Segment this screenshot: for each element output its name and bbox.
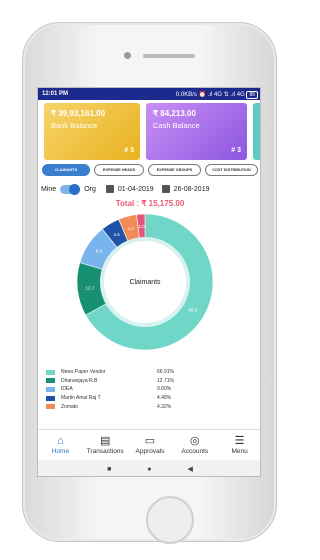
chart-legend: News Paper Vendor 66.91% Dhananjaya R.B 12.…: [46, 368, 258, 411]
legend-item: IDEA 9.60%: [46, 385, 258, 394]
recents-icon[interactable]: ■: [107, 466, 111, 473]
status-time: 12:01 PM: [42, 91, 69, 97]
nav-approvals[interactable]: ▭ Approvals: [128, 430, 173, 461]
legend-percent: 12.71%: [157, 377, 174, 384]
legend-item: Dhananjaya R.B 12.71%: [46, 377, 258, 386]
battery-icon: 86: [246, 90, 258, 99]
filter-row: Mine Org 01-04-2019 26-08-2019: [41, 183, 260, 195]
legend-percent: 9.60%: [157, 386, 172, 393]
legend-name: Martin Amul Raj T: [61, 395, 101, 402]
legend-swatch: [46, 369, 55, 375]
bank-balance-card[interactable]: ₹ 39,93,161.00 Bank Balance # 3: [44, 103, 140, 160]
front-camera: [124, 52, 131, 59]
legend-name: IDEA: [61, 386, 73, 393]
legend-item: Martin Amul Raj T 4.48%: [46, 394, 258, 403]
legend-item: News Paper Vendor 66.91%: [46, 368, 258, 377]
status-right: 0.0KB/s ⏰ .ıl 4G ⇅ .ıl 4G 86: [175, 90, 258, 99]
nav-menu[interactable]: ☰ Menu: [217, 430, 260, 461]
nav-accounts[interactable]: ◎ Accounts: [172, 430, 217, 461]
donut-slice-label: 2.0: [138, 224, 145, 229]
total-amount: Total : ₹ 15,175.00: [115, 199, 185, 208]
to-date[interactable]: 26-08-2019: [174, 186, 210, 193]
app-screen: 12:01 PM 0.0KB/s ⏰ .ıl 4G ⇅ .ıl 4G 86 ₹ …: [37, 87, 261, 477]
nav-menu-label: Menu: [231, 448, 248, 455]
donut-center-label: Claimants: [129, 279, 161, 286]
nav-approvals-label: Approvals: [135, 448, 165, 455]
donut-slice-label: 9.6: [96, 249, 103, 254]
bank-balance-amount: ₹ 39,93,161.00: [51, 109, 106, 118]
earpiece-speaker: [143, 54, 195, 58]
calendar-icon[interactable]: [105, 185, 114, 193]
cash-balance-amount: ₹ 84,213.00: [153, 109, 196, 118]
legend-name: News Paper Vendor: [61, 369, 106, 376]
cash-balance-card[interactable]: ₹ 84,213.00 Cash Balance # 3: [146, 103, 247, 160]
home-circle-icon[interactable]: ●: [147, 466, 151, 473]
back-icon[interactable]: ◀: [188, 465, 193, 473]
legend-swatch: [46, 395, 55, 401]
accounts-icon: ◎: [189, 435, 200, 447]
donut-slice-label: 12.7: [85, 286, 94, 291]
transactions-icon: ▤: [99, 435, 111, 447]
legend-percent: 4.48%: [157, 395, 172, 402]
nav-accounts-label: Accounts: [181, 448, 209, 455]
tab-expense-groups[interactable]: EXPENSE GROUPS: [148, 164, 201, 176]
bank-balance-label: Bank Balance: [51, 121, 98, 130]
nav-transactions[interactable]: ▤ Transactions: [83, 430, 128, 461]
mine-label: Mine: [41, 185, 57, 193]
legend-percent: 4.32%: [157, 403, 172, 410]
balance-cards: ₹ 39,93,161.00 Bank Balance # 3 ₹ 84,213…: [42, 103, 260, 161]
donut-slice-label: 66.9: [188, 308, 197, 313]
legend-name: Dhananjaya R.B: [61, 377, 98, 384]
status-bar: 12:01 PM 0.0KB/s ⏰ .ıl 4G ⇅ .ıl 4G 86: [38, 88, 260, 100]
legend-item: Zomato 4.32%: [46, 402, 258, 411]
home-icon: ⌂: [57, 435, 64, 447]
legend-swatch: [46, 404, 55, 410]
report-tabs: CLAIMANTS EXPENSE HEADS EXPENSE GROUPS C…: [42, 164, 260, 178]
tab-claimants[interactable]: CLAIMANTS: [42, 164, 90, 176]
nav-transactions-label: Transactions: [86, 448, 124, 455]
claimants-donut-chart: Claimants 66.9 12.7 9.6 4.5 4.3 2.0: [65, 212, 225, 352]
from-date[interactable]: 01-04-2019: [118, 186, 154, 193]
bank-balance-count: # 3: [124, 147, 134, 154]
legend-swatch: [46, 378, 55, 384]
network-info: 0.0KB/s ⏰ .ıl 4G ⇅ .ıl 4G: [175, 91, 245, 98]
donut-slice-label: 4.5: [113, 232, 120, 237]
org-label: Org: [84, 185, 96, 193]
legend-name: Zomato: [61, 403, 78, 410]
calendar-icon[interactable]: [161, 185, 170, 193]
approvals-icon: ▭: [144, 435, 156, 447]
legend-percent: 66.91%: [157, 369, 174, 376]
mine-org-toggle[interactable]: [60, 183, 81, 195]
cash-balance-count: # 3: [231, 147, 241, 154]
tab-cost-distribution[interactable]: COST DISTRIBUTION: [205, 164, 258, 176]
next-card-peek[interactable]: [253, 103, 260, 160]
nav-home[interactable]: ⌂ Home: [38, 430, 83, 461]
tab-expense-heads[interactable]: EXPENSE HEADS: [94, 164, 144, 176]
cash-balance-label: Cash Balance: [153, 121, 200, 130]
menu-icon: ☰: [234, 435, 245, 447]
home-hardware-button[interactable]: [146, 496, 194, 544]
legend-swatch: [46, 386, 55, 392]
donut-svg: Claimants 66.9 12.7 9.6 4.5 4.3 2.0: [76, 213, 214, 351]
donut-slice-label: 4.3: [128, 226, 135, 231]
bottom-nav: ⌂ Home ▤ Transactions ▭ Approvals ◎ Acco…: [38, 429, 260, 461]
toggle-knob: [69, 183, 81, 195]
android-system-bar: ■ ● ◀: [38, 460, 260, 476]
nav-home-label: Home: [51, 448, 70, 455]
